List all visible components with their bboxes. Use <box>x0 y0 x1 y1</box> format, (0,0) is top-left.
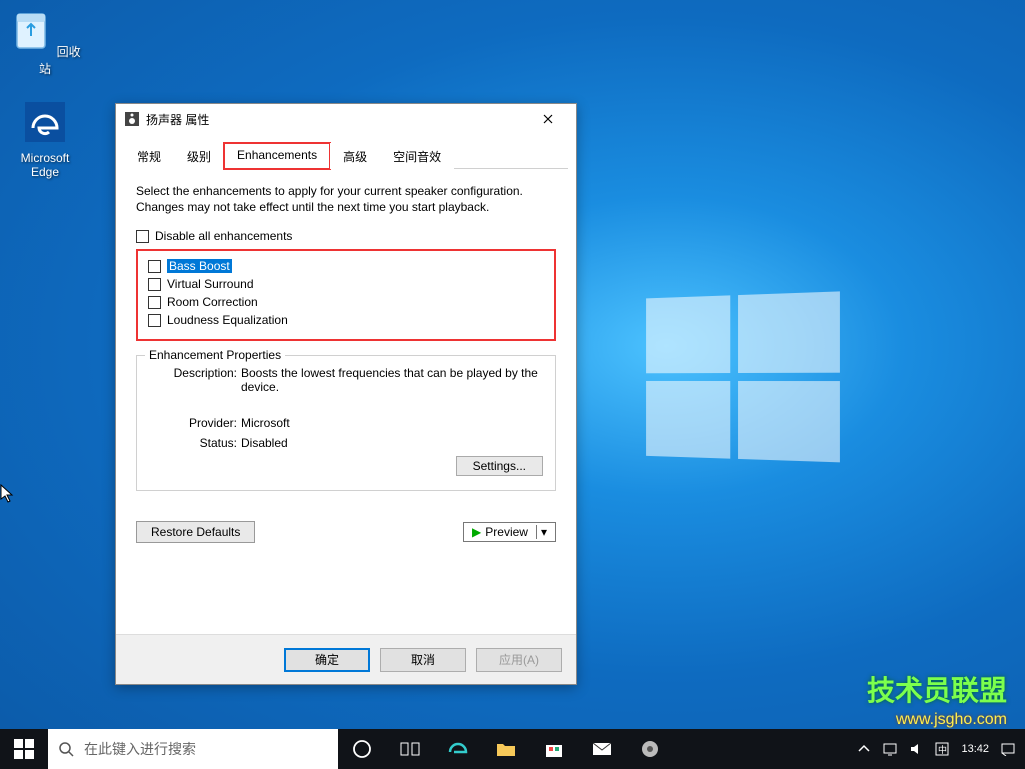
preview-button[interactable]: ▶ Preview ▾ <box>463 522 556 542</box>
close-icon <box>543 114 553 124</box>
tray-volume-icon[interactable] <box>909 742 923 756</box>
play-icon: ▶ <box>472 525 481 539</box>
disable-all-enhancements-checkbox[interactable]: Disable all enhancements <box>136 229 556 243</box>
speaker-icon <box>124 111 140 127</box>
enhancement-label: Bass Boost <box>167 259 232 273</box>
svg-text:中: 中 <box>938 744 947 755</box>
enhancement-item-room-correction[interactable]: Room Correction <box>148 295 544 309</box>
windows-logo-wallpaper <box>646 291 842 468</box>
status-label: Status: <box>149 436 241 450</box>
tray-clock[interactable]: 13:42 <box>961 743 989 755</box>
tab-strip: 常规 级别 Enhancements 高级 空间音效 <box>124 142 568 169</box>
mail-icon <box>591 738 613 760</box>
watermark-url: www.jsgho.com <box>896 711 1007 729</box>
edge-icon <box>447 738 469 760</box>
search-icon <box>58 741 74 757</box>
watermark-title: 技术员联盟 <box>867 669 1007 709</box>
enhancements-list: Bass Boost Virtual Surround Room Correct… <box>136 249 556 341</box>
enhancement-label: Virtual Surround <box>167 277 254 291</box>
group-legend: Enhancement Properties <box>145 348 285 362</box>
start-button[interactable] <box>0 729 48 769</box>
status-value: Disabled <box>241 436 543 450</box>
taskbar-app-mail[interactable] <box>578 729 626 769</box>
cancel-button[interactable]: 取消 <box>380 648 466 672</box>
settings-button[interactable]: Settings... <box>456 456 543 476</box>
titlebar[interactable]: 扬声器 属性 <box>116 104 576 134</box>
tray-chevron-up-icon[interactable] <box>857 742 871 756</box>
checkbox-icon <box>148 296 161 309</box>
desktop-icon-label: Microsoft Edge <box>8 151 82 180</box>
tab-levels[interactable]: 级别 <box>174 143 224 169</box>
checkbox-icon <box>148 260 161 273</box>
speaker-properties-dialog: 扬声器 属性 常规 级别 Enhancements 高级 空间音效 Select… <box>115 103 577 685</box>
tab-enhancements[interactable]: Enhancements <box>224 143 330 169</box>
search-placeholder: 在此键入进行搜索 <box>84 739 196 759</box>
enhancement-item-loudness-equalization[interactable]: Loudness Equalization <box>148 313 544 327</box>
task-view-button[interactable] <box>386 729 434 769</box>
taskbar-app-edge[interactable] <box>434 729 482 769</box>
checkbox-icon <box>148 314 161 327</box>
window-title: 扬声器 属性 <box>146 111 528 128</box>
cortana-button[interactable] <box>338 729 386 769</box>
tab-advanced[interactable]: 高级 <box>330 143 380 169</box>
description-label: Description: <box>149 366 241 394</box>
checkbox-icon <box>136 230 149 243</box>
enhancement-item-bass-boost[interactable]: Bass Boost <box>148 259 544 273</box>
restore-defaults-button[interactable]: Restore Defaults <box>136 521 255 543</box>
description-value: Boosts the lowest frequencies that can b… <box>241 366 543 394</box>
recycle-bin-icon <box>9 8 53 52</box>
mouse-cursor-icon <box>0 484 16 504</box>
taskbar-search[interactable]: 在此键入进行搜索 <box>48 729 338 769</box>
windows-icon <box>13 738 35 760</box>
taskbar-app-settings[interactable] <box>626 729 674 769</box>
system-tray: 中 13:42 <box>857 742 1025 756</box>
speaker-app-icon <box>639 738 661 760</box>
apply-button[interactable]: 应用(A) <box>476 648 562 672</box>
instructions-text: Select the enhancements to apply for you… <box>136 183 556 215</box>
tab-general[interactable]: 常规 <box>124 143 174 169</box>
desktop-icon-edge[interactable]: Microsoft Edge <box>8 100 82 180</box>
edge-icon <box>23 100 67 144</box>
tab-content: Select the enhancements to apply for you… <box>116 169 576 634</box>
dialog-footer: 确定 取消 应用(A) <box>116 634 576 684</box>
checkbox-icon <box>148 278 161 291</box>
enhancement-label: Loudness Equalization <box>167 313 288 327</box>
taskbar-app-explorer[interactable] <box>482 729 530 769</box>
taskbar: 在此键入进行搜索 中 13:42 <box>0 729 1025 769</box>
taskbar-app-store[interactable] <box>530 729 578 769</box>
checkbox-label: Disable all enhancements <box>155 229 292 243</box>
chevron-down-icon[interactable]: ▾ <box>536 525 551 539</box>
tray-notifications-icon[interactable] <box>1001 742 1015 756</box>
desktop-icon-recycle-bin[interactable]: 回收站 <box>8 8 82 77</box>
close-button[interactable] <box>528 105 568 133</box>
ok-button[interactable]: 确定 <box>284 648 370 672</box>
tab-spatial-sound[interactable]: 空间音效 <box>380 143 454 169</box>
cortana-icon <box>351 738 373 760</box>
preview-label: Preview <box>485 525 528 539</box>
task-view-icon <box>399 738 421 760</box>
enhancement-label: Room Correction <box>167 295 258 309</box>
tray-network-icon[interactable] <box>883 742 897 756</box>
enhancement-properties-group: Enhancement Properties Description: Boos… <box>136 355 556 491</box>
folder-icon <box>495 738 517 760</box>
provider-label: Provider: <box>149 416 241 430</box>
desktop: 回收站 Microsoft Edge 扬声器 属性 常规 级别 Enhancem… <box>0 0 1025 769</box>
provider-value: Microsoft <box>241 416 543 430</box>
enhancement-item-virtual-surround[interactable]: Virtual Surround <box>148 277 544 291</box>
store-icon <box>543 738 565 760</box>
tray-ime-icon[interactable]: 中 <box>935 742 949 756</box>
